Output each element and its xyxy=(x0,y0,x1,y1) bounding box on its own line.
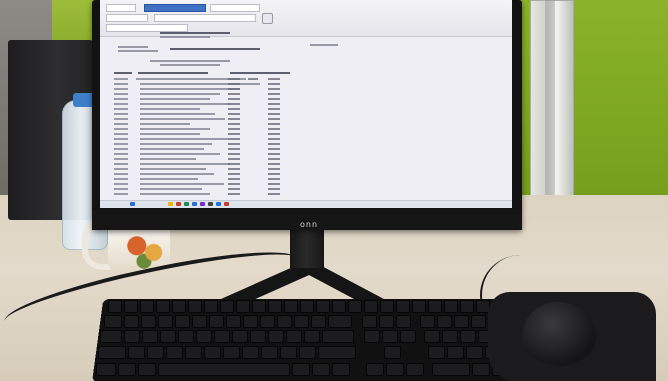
toolbar-field-selected[interactable] xyxy=(144,4,206,12)
monitor-stand-neck xyxy=(290,228,324,268)
windows-taskbar xyxy=(100,200,512,208)
start-icon[interactable] xyxy=(130,202,135,206)
office-desk-photo: onn xyxy=(0,0,668,381)
computer-mouse[interactable] xyxy=(522,302,596,366)
toolbar-field[interactable] xyxy=(106,24,188,32)
browser-icon[interactable] xyxy=(192,202,197,206)
app-icon[interactable] xyxy=(216,202,221,206)
toolbar-field[interactable] xyxy=(106,14,148,22)
app-icon[interactable] xyxy=(176,202,181,206)
mug-floral-print xyxy=(120,226,168,270)
app-icon[interactable] xyxy=(208,202,213,206)
toolbar-field[interactable] xyxy=(154,14,256,22)
app-icon[interactable] xyxy=(224,202,229,206)
spreadsheet-icon[interactable] xyxy=(184,202,189,206)
toolbar-button[interactable] xyxy=(262,13,273,24)
folder-icon[interactable] xyxy=(168,202,173,206)
toolbar-field[interactable] xyxy=(106,4,136,12)
monitor-screen xyxy=(100,0,512,208)
toolbar-field[interactable] xyxy=(210,4,260,12)
monitor-brand-logo: onn xyxy=(300,220,319,229)
app-icon[interactable] xyxy=(200,202,205,206)
